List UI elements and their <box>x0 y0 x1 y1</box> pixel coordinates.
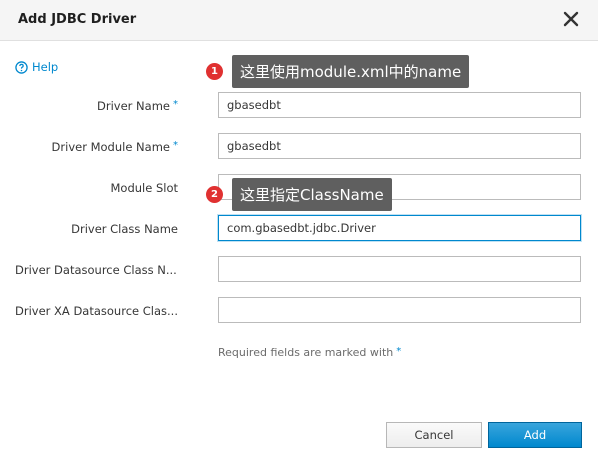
driver-datasource-class-name-input[interactable] <box>218 256 581 282</box>
help-link[interactable]: Help <box>15 60 58 74</box>
driver-module-name-label: Driver Module Name * <box>51 140 178 154</box>
field-row-driver-xa-datasource-class-name: Driver XA Datasource Clas... <box>0 297 598 325</box>
required-marker: * <box>173 99 178 110</box>
driver-xa-datasource-class-name-label: Driver XA Datasource Clas... <box>15 304 178 318</box>
cancel-button[interactable]: Cancel <box>386 422 482 448</box>
driver-class-name-label: Driver Class Name <box>71 222 178 236</box>
close-icon[interactable] <box>560 8 582 30</box>
add-jdbc-driver-dialog: Add JDBC Driver Help Driver Name * gbased… <box>0 0 598 463</box>
dialog-title: Add JDBC Driver <box>18 12 137 27</box>
driver-xa-datasource-class-name-input[interactable] <box>218 297 581 323</box>
module-slot-label: Module Slot <box>110 181 178 195</box>
driver-module-name-input[interactable]: gbasedbt <box>218 133 581 159</box>
field-row-driver-name: Driver Name * gbasedbt <box>0 92 598 120</box>
help-circle-icon <box>15 60 28 74</box>
callout-1: 1 这里使用module.xml中的name <box>206 55 470 88</box>
dialog-header: Add JDBC Driver <box>0 0 598 41</box>
help-label: Help <box>32 60 59 74</box>
callout-2: 2 这里指定ClassName <box>206 178 392 211</box>
driver-name-label: Driver Name * <box>97 99 178 113</box>
required-fields-note: Required fields are marked with * <box>218 346 402 359</box>
field-row-driver-datasource-class-name: Driver Datasource Class N... <box>0 256 598 284</box>
required-marker: * <box>396 346 402 357</box>
add-button[interactable]: Add <box>488 422 582 448</box>
field-row-driver-module-name: Driver Module Name * gbasedbt <box>0 133 598 161</box>
callout-tooltip: 这里指定ClassName <box>232 178 392 211</box>
callout-number-badge: 2 <box>206 186 223 203</box>
driver-name-input[interactable]: gbasedbt <box>218 92 581 118</box>
field-row-driver-class-name: Driver Class Name com.gbasedbt.jdbc.Driv… <box>0 215 598 243</box>
callout-tooltip: 这里使用module.xml中的name <box>232 55 470 88</box>
driver-class-name-input[interactable]: com.gbasedbt.jdbc.Driver <box>218 215 581 241</box>
driver-datasource-class-name-label: Driver Datasource Class N... <box>15 263 177 277</box>
callout-number-badge: 1 <box>206 63 223 80</box>
required-marker: * <box>173 140 178 151</box>
